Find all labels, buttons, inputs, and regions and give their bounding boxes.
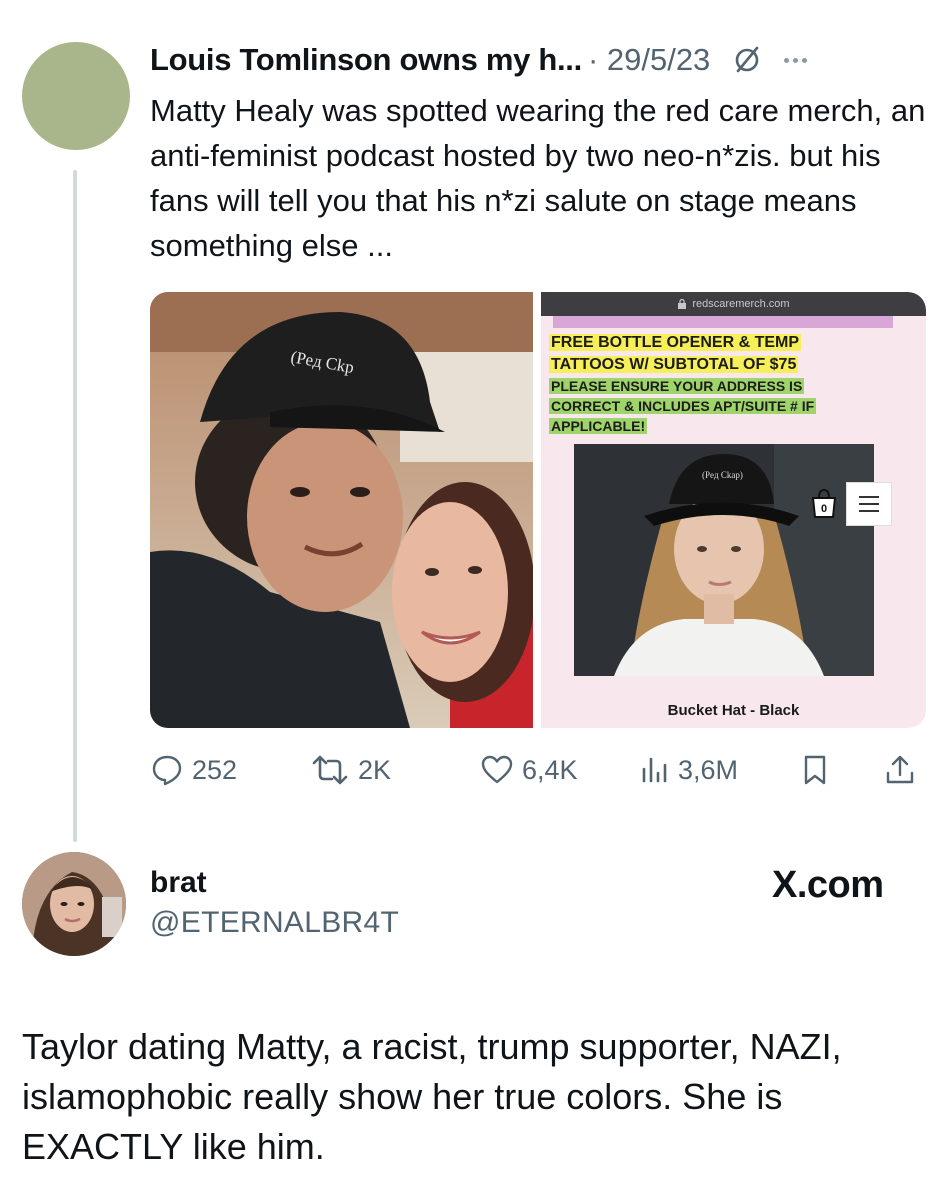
parent-tweet-date[interactable]: · 29/5/23	[588, 42, 710, 78]
heart-icon	[481, 755, 513, 784]
views-button[interactable]: 3,6M	[640, 748, 738, 792]
selfie-illustration: (Peд Ckp	[150, 292, 533, 728]
user-display-name[interactable]: brat	[150, 866, 207, 900]
thread-connector-line	[73, 170, 77, 842]
share-button[interactable]	[884, 748, 916, 792]
model-illustration: (Peд Ckap)	[574, 444, 874, 676]
parent-tweet-media[interactable]: (Peд Ckp redscaremerch.com FREE BOTTLE O…	[150, 292, 926, 728]
shopping-bag-icon[interactable]: 0	[811, 488, 837, 518]
edited-icon	[730, 43, 764, 77]
user-avatar[interactable]	[22, 852, 126, 956]
views-chart-icon	[642, 757, 667, 783]
repost-count: 2K	[358, 754, 392, 785]
repost-button[interactable]: 2K	[310, 748, 391, 792]
more-options-icon[interactable]	[784, 57, 808, 63]
selfie-photo[interactable]: (Peд Ckp	[150, 292, 533, 728]
reply-icon	[152, 755, 182, 786]
cart-count: 0	[821, 503, 827, 515]
reply-button[interactable]: 252	[150, 748, 237, 792]
promo-line-4: CORRECT & INCLUDES APT/SUITE # IF	[549, 398, 817, 414]
browser-url-bar: redscaremerch.com	[541, 292, 926, 316]
repost-icon	[312, 755, 348, 785]
user-handle[interactable]: @ETERNALBR4T	[150, 906, 399, 940]
views-count: 3,6M	[678, 754, 739, 785]
promo-line-1: FREE BOTTLE OPENER & TEMP	[549, 334, 802, 351]
parent-tweet-header: Louis Tomlinson owns my h... · 29/5/23	[150, 38, 808, 82]
x-com-watermark: X.com	[772, 864, 884, 907]
promo-banner: FREE BOTTLE OPENER & TEMP TATTOOS W/ SUB…	[549, 332, 919, 436]
bookmark-icon	[804, 755, 826, 785]
x-com-text: X.com	[772, 864, 884, 906]
like-count: 6,4K	[522, 754, 578, 785]
bucket-hat-embroidery: (Peд Ckap)	[702, 470, 743, 480]
post-body-text: Taylor dating Matty, a racist, trump sup…	[22, 1026, 842, 1167]
tweet-action-bar: 252 2K 6,4K 3,6M	[150, 748, 930, 792]
site-url: redscaremerch.com	[692, 298, 790, 310]
product-image[interactable]: (Peд Ckap)	[574, 444, 874, 676]
lock-icon	[678, 299, 687, 309]
promo-line-2: TATTOOS W/ SUBTOTAL OF $75	[549, 356, 799, 373]
parent-author-avatar[interactable]	[22, 42, 130, 150]
reply-count: 252	[192, 754, 238, 785]
product-label[interactable]: Bucket Hat - Black	[541, 702, 926, 719]
bookmark-button[interactable]	[800, 748, 830, 792]
header-band	[553, 316, 893, 328]
promo-line-5: APPLICABLE!	[549, 418, 648, 434]
parent-tweet-text: Matty Healy was spotted wearing the red …	[150, 93, 926, 263]
avatar-photo	[22, 852, 126, 956]
promo-line-3: PLEASE ENSURE YOUR ADDRESS IS	[549, 378, 805, 394]
parent-author-name[interactable]: Louis Tomlinson owns my h...	[150, 42, 582, 78]
hamburger-menu-icon[interactable]	[846, 482, 892, 526]
share-icon	[886, 755, 914, 784]
shop-screenshot[interactable]: redscaremerch.com FREE BOTTLE OPENER & T…	[541, 292, 926, 728]
like-button[interactable]: 6,4K	[480, 748, 578, 792]
